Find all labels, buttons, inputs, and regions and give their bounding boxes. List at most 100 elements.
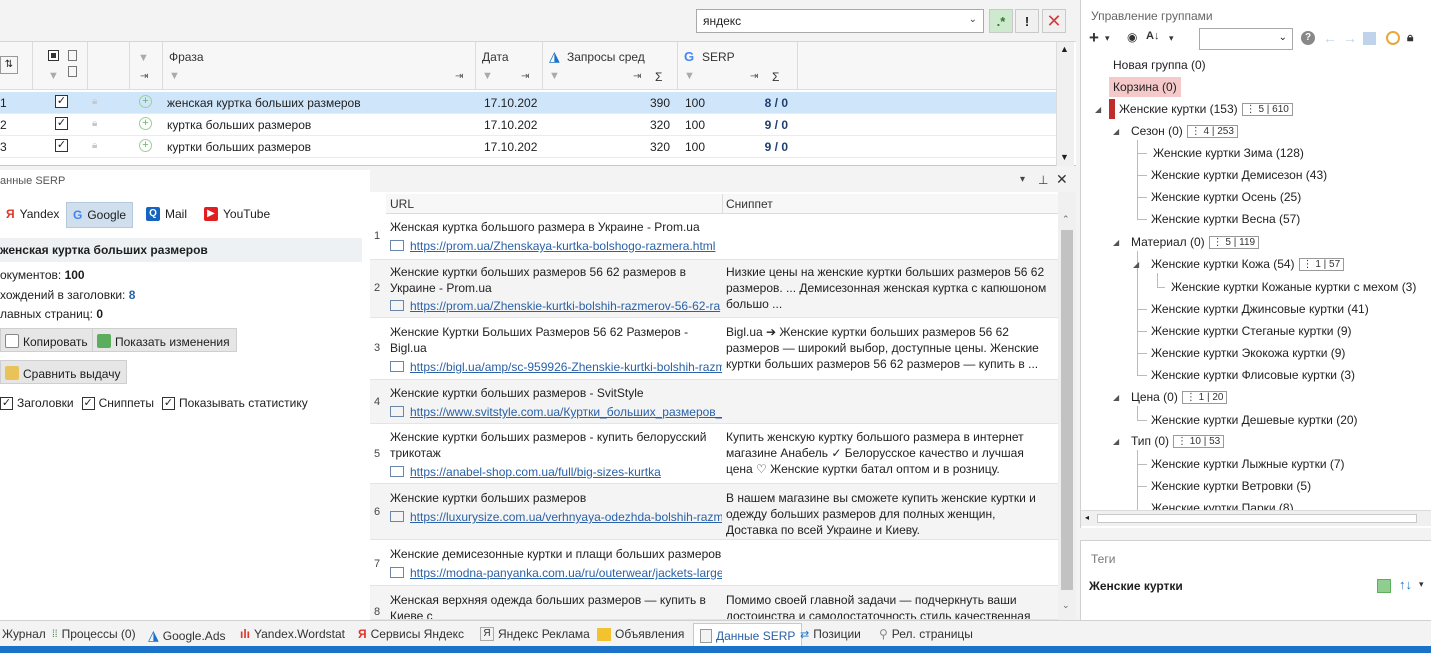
tree-horizontal-scrollbar[interactable]: ◂: [1081, 510, 1431, 526]
new-group-item[interactable]: Новая группа (0): [1113, 58, 1206, 72]
copy-button[interactable]: Копировать: [0, 328, 95, 352]
show-stats-checkbox[interactable]: ✓: [161, 396, 175, 410]
tree-node[interactable]: Женские куртки Осень (25): [1151, 190, 1301, 204]
tree-node[interactable]: Женские куртки (153) ⋮ 5 | 610: [1119, 102, 1293, 116]
tree-node[interactable]: Тип (0) ⋮ 10 | 53: [1131, 434, 1225, 448]
pin-icon[interactable]: ⇥: [455, 71, 463, 82]
row-checkbox[interactable]: ✓: [55, 117, 68, 130]
table-row[interactable]: 5 Женские куртки больших размеров - купи…: [370, 424, 1058, 484]
scroll-thumb[interactable]: [1097, 514, 1417, 523]
pin-icon[interactable]: ⇥: [140, 71, 148, 82]
table-row[interactable]: 2 Женские куртки больших размеров 56 62 …: [370, 260, 1058, 318]
tab-yandex-ads[interactable]: Я Яндекс Реклама: [480, 627, 590, 641]
tree-node[interactable]: Женские куртки Весна (57): [1151, 212, 1300, 226]
tree-node[interactable]: Женские куртки Парки (8): [1151, 501, 1294, 510]
scroll-left-icon[interactable]: ◂: [1085, 513, 1089, 522]
tab-journal[interactable]: Журнал: [2, 627, 46, 641]
result-url[interactable]: https://modna-panyanka.com.ua/ru/outerwe…: [410, 566, 722, 580]
result-url[interactable]: https://luxurysize.com.ua/verhnyaya-odez…: [410, 510, 722, 524]
chevron-down-icon[interactable]: ▾: [1105, 33, 1110, 44]
table-row[interactable]: 1 Женская куртка большого размера в Укра…: [370, 214, 1058, 260]
funnel-icon[interactable]: ▼: [169, 70, 180, 82]
clear-filter-button[interactable]: ✕: [1042, 9, 1066, 33]
pin-icon[interactable]: ⇥: [750, 71, 758, 82]
tree-node[interactable]: Женские куртки Джинсовые куртки (41): [1151, 302, 1369, 316]
settings-icon[interactable]: [1386, 31, 1400, 45]
sort-icon[interactable]: ↑↓: [1399, 577, 1412, 592]
regex-toggle-button[interactable]: .*: [989, 9, 1013, 33]
tab-youtube[interactable]: ▶ YouTube: [198, 202, 276, 228]
collapse-icon[interactable]: ◢: [1113, 393, 1119, 402]
collapse-icon[interactable]: ◢: [1133, 260, 1139, 269]
result-link[interactable]: https://prom.ua/Zhenskaya-kurtka-bolshog…: [390, 239, 722, 253]
result-url[interactable]: https://prom.ua/Zhenskaya-kurtka-bolshog…: [410, 239, 715, 253]
scroll-up-icon[interactable]: ⌃: [1062, 214, 1070, 225]
table-row[interactable]: 4 Женские куртки больших размеров - Svit…: [370, 380, 1058, 424]
tab-ads[interactable]: Объявления: [597, 627, 684, 641]
tab-processes[interactable]: ⁞⁞ Процессы (0): [52, 627, 136, 641]
tab-yandex[interactable]: Я Yandex: [0, 202, 65, 228]
url-column-header[interactable]: URL: [390, 197, 414, 211]
tree-node[interactable]: Женские куртки Кожаные куртки с мехом (3…: [1171, 280, 1416, 294]
add-icon[interactable]: +: [139, 117, 152, 130]
result-link[interactable]: https://prom.ua/Zhenskie-kurtki-bolshih-…: [390, 299, 722, 313]
tree-node[interactable]: Женские куртки Флисовые куртки (3): [1151, 368, 1355, 382]
pin-icon[interactable]: ⇥: [633, 71, 641, 82]
result-url[interactable]: https://bigl.ua/amp/sc-959926-Zhenskie-k…: [410, 360, 722, 374]
tree-node[interactable]: Женские куртки Зима (128): [1153, 146, 1304, 160]
result-url[interactable]: https://anabel-shop.com.ua/full/big-size…: [410, 465, 661, 479]
sum-icon[interactable]: Σ: [655, 70, 662, 84]
result-link[interactable]: https://anabel-shop.com.ua/full/big-size…: [390, 465, 722, 479]
funnel-icon[interactable]: ▼: [138, 52, 149, 64]
result-link[interactable]: https://luxurysize.com.ua/verhnyaya-odez…: [390, 510, 722, 524]
table-row[interactable]: 2 ✓ 🔒︎ + куртка больших размеров 17.10.2…: [0, 114, 1056, 136]
collapse-icon[interactable]: ◢: [1113, 238, 1119, 247]
sort-az-icon[interactable]: A↓: [1146, 30, 1159, 42]
sum-icon[interactable]: Σ: [772, 70, 779, 84]
arrow-right-icon[interactable]: →: [1343, 30, 1357, 46]
show-changes-button[interactable]: Показать изменения: [92, 328, 237, 352]
funnel-icon[interactable]: ▼: [482, 70, 493, 82]
tab-yandex-wordstat[interactable]: ılı Yandex.Wordstat: [240, 627, 345, 641]
filter-select[interactable]: яндекс ⌄: [696, 9, 984, 33]
titles-checkbox[interactable]: ✓: [0, 396, 13, 410]
group-select[interactable]: ⌄: [1199, 28, 1293, 50]
close-panel-icon[interactable]: ✕: [1056, 171, 1068, 188]
result-link[interactable]: https://bigl.ua/amp/sc-959926-Zhenskie-k…: [390, 360, 722, 374]
tree-node[interactable]: Женские куртки Демисезон (43): [1151, 168, 1327, 182]
table-row[interactable]: 7 Женские демисезонные куртки и плащи бо…: [370, 540, 1058, 586]
tab-serp-data[interactable]: Данные SERP: [693, 623, 803, 647]
tab-positions[interactable]: ⇄ Позиции: [800, 627, 861, 641]
result-link[interactable]: https://modna-panyanka.com.ua/ru/outerwe…: [390, 566, 722, 580]
result-url[interactable]: https://prom.ua/Zhenskie-kurtki-bolshih-…: [410, 299, 720, 313]
select-all-checkbox[interactable]: [48, 50, 59, 61]
row-checkbox[interactable]: ✓: [55, 95, 68, 108]
table-row[interactable]: 8 Женская верхняя одежда больших размеро…: [370, 586, 1058, 620]
add-icon[interactable]: +: [139, 139, 152, 152]
tree-node[interactable]: Женские куртки Экокожа куртки (9): [1151, 346, 1345, 360]
square-icon[interactable]: [1363, 32, 1376, 45]
help-icon[interactable]: ?: [1301, 31, 1315, 45]
tab-yandex-services[interactable]: Я Сервисы Яндекс: [358, 627, 464, 641]
row-checkbox[interactable]: ✓: [55, 139, 68, 152]
pin-icon[interactable]: ⇥: [521, 71, 529, 82]
add-tag-icon[interactable]: [1377, 579, 1391, 593]
scroll-thumb[interactable]: [1061, 230, 1073, 590]
lock-icon[interactable]: 🔒︎: [92, 96, 97, 107]
tree-node-clipped[interactable]: Женские куртки Парки (8): [1151, 500, 1294, 510]
funnel-icon[interactable]: ▼: [684, 70, 695, 82]
serp-column-header[interactable]: G SERP ▼ ⇥ Σ: [678, 42, 798, 90]
column-chooser-icon[interactable]: ⇅: [0, 56, 18, 74]
add-group-icon[interactable]: +: [1089, 28, 1099, 48]
tab-relevant-pages[interactable]: ⚲ Рел. страницы: [879, 627, 973, 641]
collapse-icon[interactable]: ◢: [1095, 105, 1101, 114]
funnel-icon[interactable]: ▼: [549, 70, 560, 82]
chevron-down-icon[interactable]: ▾: [1169, 33, 1174, 44]
chevron-down-icon[interactable]: ▾: [1419, 579, 1424, 590]
collapse-icon[interactable]: ◢: [1113, 127, 1119, 136]
snippets-checkbox[interactable]: ✓: [81, 396, 95, 410]
tab-google[interactable]: G Google: [66, 202, 134, 228]
grid-scrollbar[interactable]: ▲ ▼: [1056, 42, 1074, 166]
lock-icon[interactable]: 🔒︎: [92, 118, 97, 129]
basket-item[interactable]: Корзина (0): [1109, 77, 1181, 97]
